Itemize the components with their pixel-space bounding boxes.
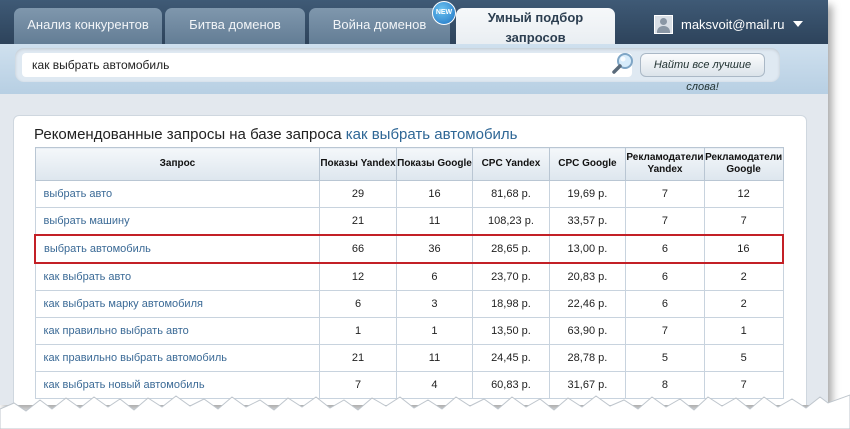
table-cell: 12 (703, 180, 784, 208)
keyword-link[interactable]: выбрать машину (34, 207, 321, 236)
column-header[interactable]: Рекламодатели Google (703, 147, 784, 181)
table-cell: 7 (625, 207, 705, 236)
heading-query: как выбрать автомобиль (345, 126, 518, 143)
column-header[interactable]: Показы Google (395, 147, 474, 181)
table-cell: 5 (703, 344, 784, 372)
magnifier-icon[interactable] (611, 51, 635, 75)
table-cell: 1 (703, 317, 784, 345)
table-cell: 6 (625, 290, 705, 318)
table-cell: 108,23 р. (472, 207, 550, 236)
column-header[interactable]: CPC Yandex (472, 147, 550, 181)
user-menu[interactable]: maksvoit@mail.ru (654, 14, 803, 34)
table-cell: 6 (319, 290, 397, 318)
top-navigation: Анализ конкурентов Битва доменов Война д… (0, 0, 828, 50)
keyword-link[interactable]: как правильно выбрать авто (34, 317, 321, 345)
column-header[interactable]: Показы Yandex (319, 147, 397, 181)
keyword-link[interactable]: как выбрать авто (34, 262, 321, 291)
table-cell: 7 (625, 317, 705, 345)
table-cell: 19,69 р. (548, 180, 627, 208)
table-cell: 12 (319, 262, 397, 291)
table-cell: 6 (395, 262, 474, 291)
table-cell: 3 (395, 290, 474, 318)
torn-edge (0, 394, 850, 429)
keyword-link[interactable]: как правильно выбрать автомобиль (34, 344, 321, 372)
tab-smart-query-selection[interactable]: Умный подбор запросов (456, 8, 615, 50)
tab-label: Война доменов (332, 17, 427, 32)
column-header[interactable]: Рекламодатели Yandex (625, 147, 705, 181)
table-cell: 66 (319, 234, 397, 264)
tab-label: Анализ конкурентов (27, 17, 149, 32)
tab-competitor-analysis[interactable]: Анализ конкурентов (14, 8, 162, 44)
table-cell: 11 (395, 207, 474, 236)
new-badge: NEW (432, 1, 456, 25)
table-row: как выбрать марку автомобиля 6 3 18,98 р. 22… (34, 290, 784, 318)
table-cell: 20,83 р. (548, 262, 627, 291)
table-cell: 28,65 р. (472, 234, 550, 264)
table-cell: 7 (625, 180, 705, 208)
table-cell: 36 (395, 234, 474, 264)
keyword-link[interactable]: выбрать автомобиль (34, 234, 321, 264)
table-cell: 16 (703, 234, 784, 264)
table-cell: 22,46 р. (548, 290, 627, 318)
tab-domain-war[interactable]: Война доменов NEW (309, 1, 456, 44)
table-row: выбрать машину 21 11 108,23 р. 33,57 р. 7 7 (34, 207, 784, 236)
tab-domain-battle[interactable]: Битва доменов (165, 8, 305, 44)
table-cell: 2 (703, 290, 784, 318)
heading-prefix: Рекомендованные запросы на базе запроса (34, 126, 342, 143)
caret-down-icon (792, 21, 803, 27)
table-row: выбрать авто 29 16 81,68 р. 19,69 р. 7 12 (34, 180, 784, 208)
results-heading: Рекомендованные запросы на базе запроса … (34, 126, 517, 143)
table-cell: 21 (319, 207, 397, 236)
table-row: как выбрать авто 12 6 23,70 р. 20,83 р. 6 2 (34, 262, 784, 291)
table-cell: 1 (395, 317, 474, 345)
table-header-row: Запрос Показы Yandex Показы Google CPC Y… (34, 147, 784, 181)
app-frame: Анализ конкурентов Битва доменов Война д… (0, 0, 828, 405)
table-cell: 11 (395, 344, 474, 372)
find-best-words-button[interactable]: Найти все лучшие слова! (640, 53, 765, 93)
table-cell: 13,00 р. (548, 234, 627, 264)
table-cell: 6 (625, 262, 705, 291)
table-cell: 33,57 р. (548, 207, 627, 236)
table-cell: 81,68 р. (472, 180, 550, 208)
column-header[interactable]: Запрос (34, 147, 321, 181)
keyword-link[interactable]: выбрать авто (34, 180, 321, 208)
table-cell: 29 (319, 180, 397, 208)
tab-label: Битва доменов (189, 17, 281, 32)
table-cell: 28,78 р. (548, 344, 627, 372)
table-row: как правильно выбрать автомобиль 21 11 24,4… (34, 344, 784, 372)
user-avatar-icon (654, 14, 673, 34)
table-cell: 7 (703, 207, 784, 236)
results-table: Запрос Показы Yandex Показы Google CPC Y… (34, 147, 784, 399)
column-header[interactable]: CPC Google (548, 147, 627, 181)
table-cell: 2 (703, 262, 784, 291)
table-cell: 5 (625, 344, 705, 372)
table-cell: 21 (319, 344, 397, 372)
keyword-link[interactable]: как выбрать марку автомобиля (34, 290, 321, 318)
table-cell: 24,45 р. (472, 344, 550, 372)
table-cell: 13,50 р. (472, 317, 550, 345)
user-email: maksvoit@mail.ru (681, 16, 785, 32)
search-input[interactable] (22, 53, 632, 77)
table-row: как правильно выбрать авто 1 1 13,50 р. 63,9… (34, 317, 784, 345)
table-cell: 23,70 р. (472, 262, 550, 291)
table-cell: 18,98 р. (472, 290, 550, 318)
table-cell: 16 (395, 180, 474, 208)
table-row: выбрать автомобиль 66 36 28,65 р. 13,00 р. 6 1… (34, 234, 784, 264)
table-cell: 6 (625, 234, 705, 264)
table-cell: 63,90 р. (548, 317, 627, 345)
table-cell: 1 (319, 317, 397, 345)
